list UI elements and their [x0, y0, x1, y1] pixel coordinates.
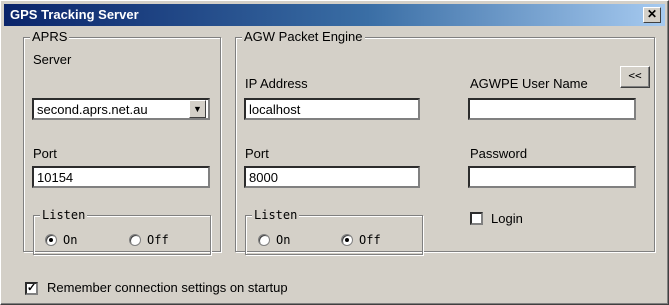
agw-group-label: AGW Packet Engine — [242, 29, 365, 44]
aprs-listen-group: Listen — [33, 208, 211, 255]
agw-listen-on-label: On — [276, 233, 291, 247]
ip-address-input[interactable]: localhost — [244, 98, 420, 120]
title-bar[interactable]: GPS Tracking Server ✕ — [4, 4, 665, 26]
agw-listen-off-label: Off — [359, 233, 381, 247]
remember-label: Remember connection settings on startup — [47, 280, 288, 295]
agw-listen-off-radio[interactable] — [341, 234, 353, 246]
gps-tracking-window: GPS Tracking Server ✕ APRS Server second… — [0, 0, 669, 305]
aprs-port-value: 10154 — [37, 170, 74, 185]
agw-listen-group: Listen — [245, 208, 423, 255]
remember-checkbox[interactable]: ✓ — [25, 282, 38, 295]
ip-address-label: IP Address — [245, 76, 308, 91]
aprs-listen-on-radio[interactable] — [45, 234, 57, 246]
close-icon[interactable]: ✕ — [643, 7, 661, 23]
ip-address-value: localhost — [249, 102, 301, 117]
agw-listen-on-radio[interactable] — [258, 234, 270, 246]
aprs-listen-off-label: Off — [147, 233, 169, 247]
aprs-listen-on-label: On — [63, 233, 78, 247]
server-label: Server — [33, 52, 72, 67]
collapse-button[interactable]: << — [620, 66, 650, 88]
agw-port-label: Port — [245, 146, 269, 161]
chevron-down-icon[interactable]: ▼ — [189, 100, 206, 118]
server-select[interactable]: second.aprs.net.au — [32, 98, 210, 120]
agw-listen-label: Listen — [252, 208, 300, 222]
aprs-port-input[interactable]: 10154 — [32, 166, 210, 188]
agwpe-user-label: AGWPE User Name — [470, 76, 588, 91]
agw-port-value: 8000 — [249, 170, 278, 185]
aprs-listen-off-radio[interactable] — [129, 234, 141, 246]
aprs-port-label: Port — [33, 146, 57, 161]
password-label: Password — [470, 146, 528, 161]
window-title: GPS Tracking Server — [10, 7, 139, 22]
login-label: Login — [491, 211, 523, 226]
agw-port-input[interactable]: 8000 — [244, 166, 420, 188]
login-checkbox[interactable] — [470, 212, 483, 225]
aprs-group-label: APRS — [30, 29, 70, 44]
aprs-listen-label: Listen — [40, 208, 88, 222]
password-input[interactable] — [468, 166, 636, 188]
server-select-value: second.aprs.net.au — [37, 102, 148, 117]
agwpe-user-input[interactable] — [468, 98, 636, 120]
